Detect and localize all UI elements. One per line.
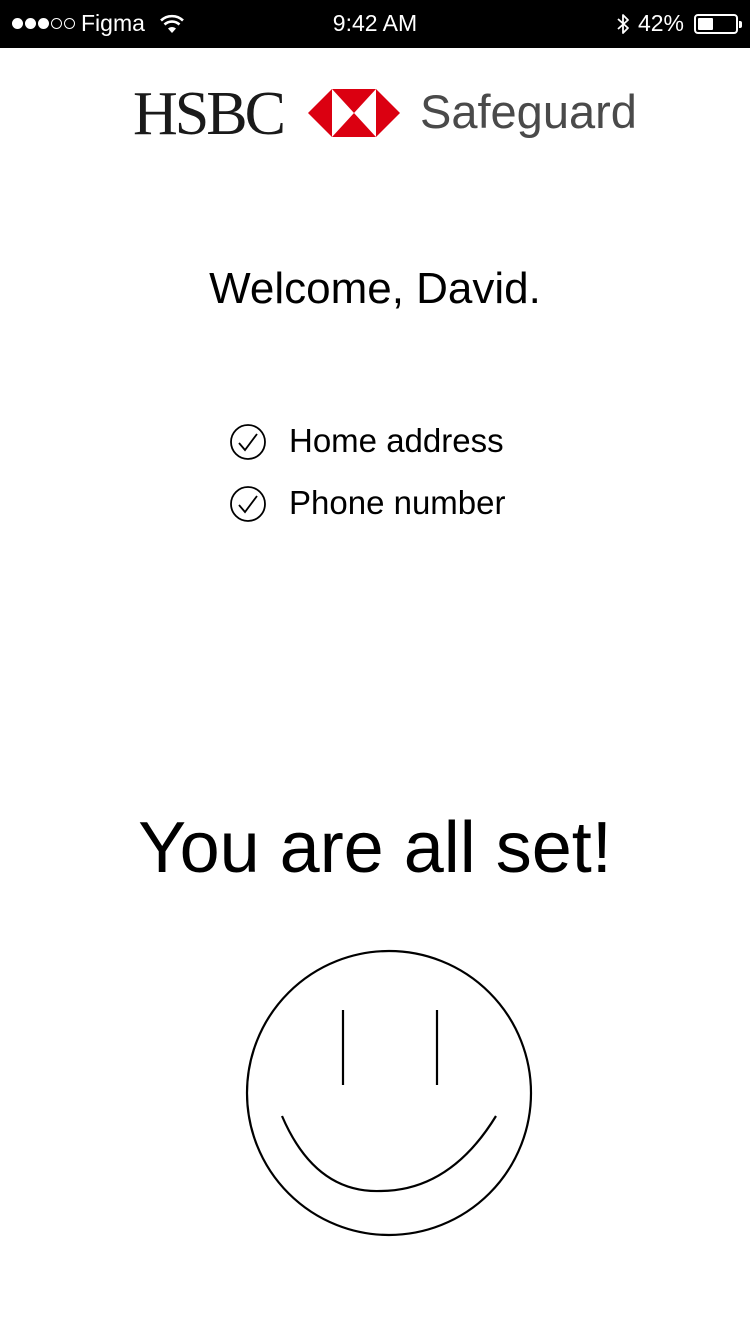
checklist-item-label: Home address (289, 422, 504, 459)
check-circle-icon (230, 424, 266, 460)
battery-percentage: 42% (637, 10, 684, 36)
status-bar-right: 42% (616, 10, 742, 37)
smiley-face-icon (245, 949, 533, 1237)
welcome-message: Welcome, David. (209, 264, 541, 313)
check-circle-icon (230, 486, 266, 522)
completion-title: You are all set! (138, 808, 612, 888)
status-bar: Figma 9:42 AM 42% (0, 0, 750, 48)
battery-icon (694, 13, 742, 34)
app-header: HSBC Safeguard (0, 80, 750, 150)
checklist-item-label: Phone number (289, 484, 506, 521)
verification-checklist: Home address Phone number (229, 410, 505, 534)
brand-wordmark: HSBC (133, 80, 286, 148)
app-name: Safeguard (420, 85, 637, 138)
bluetooth-icon (617, 13, 629, 34)
hsbc-hexagon-icon (308, 89, 400, 137)
checklist-item-home-address: Home address (229, 410, 505, 472)
battery-fill (698, 17, 713, 30)
checklist-item-phone-number: Phone number (229, 472, 505, 534)
